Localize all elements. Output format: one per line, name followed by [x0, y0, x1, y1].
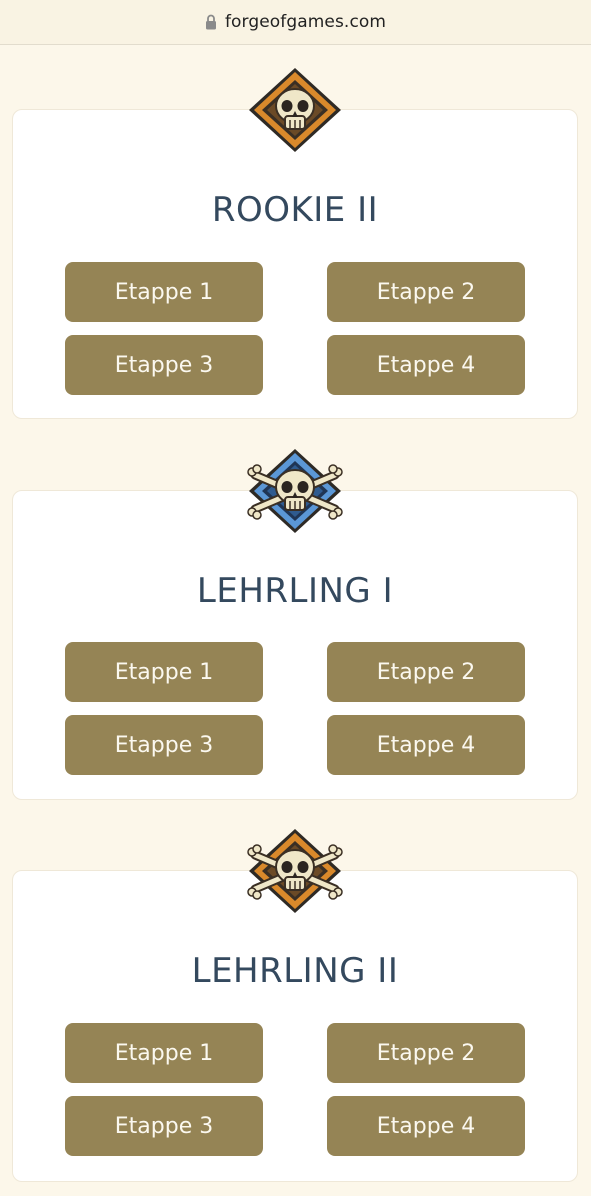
league-card: LEHRLING II Etappe 1 Etappe 2 Etappe 3 E… [12, 870, 578, 1182]
skull-diamond-orange-icon [249, 68, 341, 152]
stage-4-button[interactable]: Etappe 4 [327, 335, 525, 395]
stage-4-button[interactable]: Etappe 4 [327, 715, 525, 775]
stage-2-button[interactable]: Etappe 2 [327, 1023, 525, 1083]
skull-crossbones-blue-icon [247, 449, 343, 533]
league-title: LEHRLING I [196, 571, 394, 611]
stage-1-button[interactable]: Etappe 1 [65, 642, 263, 702]
stage-3-button[interactable]: Etappe 3 [65, 1096, 263, 1156]
stage-3-button[interactable]: Etappe 3 [65, 715, 263, 775]
league-title: LEHRLING II [191, 951, 399, 991]
stage-1-button[interactable]: Etappe 1 [65, 262, 263, 322]
league-title: ROOKIE II [211, 190, 379, 230]
skull-crossbones-orange-icon [247, 829, 343, 913]
league-card: LEHRLING I Etappe 1 Etappe 2 Etappe 3 Et… [12, 490, 578, 800]
browser-url-bar[interactable]: forgeofgames.com [0, 0, 591, 45]
lock-icon [205, 14, 216, 30]
stage-1-button[interactable]: Etappe 1 [65, 1023, 263, 1083]
stage-2-button[interactable]: Etappe 2 [327, 642, 525, 702]
stage-2-button[interactable]: Etappe 2 [327, 262, 525, 322]
stage-4-button[interactable]: Etappe 4 [327, 1096, 525, 1156]
stage-3-button[interactable]: Etappe 3 [65, 335, 263, 395]
url-text: forgeofgames.com [224, 12, 387, 32]
league-card: ROOKIE II Etappe 1 Etappe 2 Etappe 3 Eta… [12, 109, 578, 419]
